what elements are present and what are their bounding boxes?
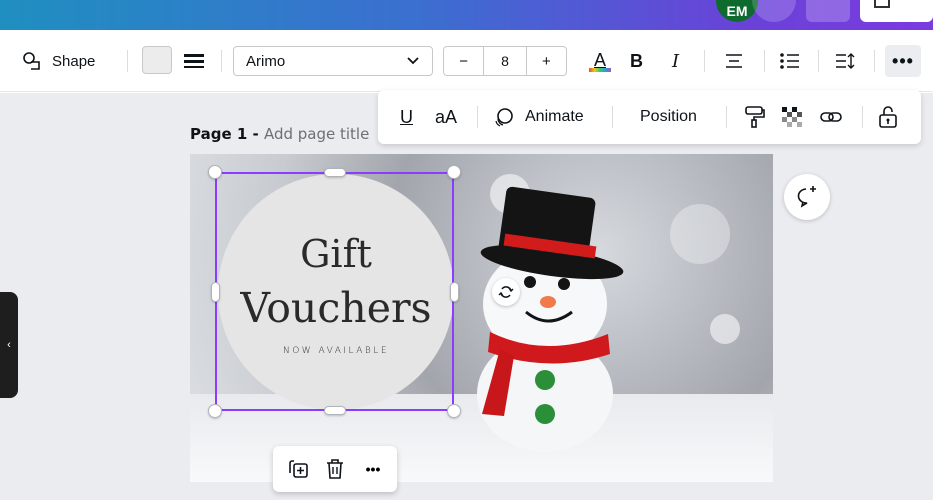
- divider: [862, 106, 863, 128]
- border-style-button[interactable]: [183, 46, 205, 76]
- text-color-button[interactable]: A: [589, 46, 611, 76]
- resize-handle-top[interactable]: [324, 168, 346, 177]
- letter-case-button[interactable]: aA: [435, 102, 457, 132]
- unlock-icon: [879, 106, 897, 128]
- link-button[interactable]: [820, 102, 842, 132]
- divider: [221, 50, 222, 72]
- animate-button[interactable]: Animate: [493, 102, 584, 132]
- line-spacing-icon: [836, 53, 855, 69]
- transparency-button[interactable]: [781, 102, 803, 132]
- divider: [704, 50, 705, 72]
- paint-roller-icon: [745, 106, 765, 128]
- header-button[interactable]: [806, 0, 850, 22]
- trash-icon: [327, 459, 343, 479]
- share-icon: [874, 0, 890, 8]
- resize-handle-top-right[interactable]: [447, 165, 461, 179]
- shape-icon: [23, 52, 40, 70]
- more-options-button[interactable]: •••: [885, 45, 921, 77]
- bold-button[interactable]: B: [630, 46, 643, 76]
- divider: [764, 50, 765, 72]
- collaborator-avatar[interactable]: [752, 0, 796, 22]
- transparency-icon: [782, 107, 802, 127]
- copy-style-button[interactable]: [744, 102, 766, 132]
- shape-color-swatch[interactable]: [142, 46, 172, 74]
- underline-button[interactable]: U: [400, 102, 413, 132]
- element-context-bar: •••: [273, 446, 397, 492]
- link-icon: [820, 112, 842, 122]
- duplicate-icon: [289, 460, 308, 478]
- add-comment-button[interactable]: [784, 174, 830, 220]
- page-number-label: Page 1 -: [190, 125, 264, 143]
- divider: [726, 106, 727, 128]
- more-actions-button[interactable]: •••: [359, 456, 387, 482]
- share-button[interactable]: [860, 0, 933, 22]
- bokeh-light: [670, 204, 730, 264]
- side-panel-toggle[interactable]: ‹: [0, 292, 18, 398]
- spacing-button[interactable]: [834, 46, 856, 76]
- align-button[interactable]: [724, 46, 744, 76]
- shape-label: Shape: [52, 52, 96, 70]
- page-title[interactable]: Page 1 - Add page title: [190, 125, 369, 143]
- position-button[interactable]: Position: [640, 102, 697, 132]
- align-center-icon: [726, 54, 742, 68]
- animate-icon: [495, 108, 513, 127]
- bokeh-light: [710, 314, 740, 344]
- secondary-toolbar: U aA Animate Position: [378, 90, 921, 144]
- font-name: Arimo: [246, 52, 286, 70]
- bullet-list-icon: [780, 53, 799, 69]
- list-button[interactable]: [779, 46, 801, 76]
- rotate-handle[interactable]: [492, 278, 520, 306]
- divider: [127, 50, 128, 72]
- lock-button[interactable]: [878, 102, 898, 132]
- font-size-input[interactable]: 8: [483, 47, 527, 75]
- divider: [874, 50, 875, 72]
- duplicate-button[interactable]: [285, 456, 313, 482]
- add-comment-icon: [797, 186, 816, 208]
- italic-button[interactable]: I: [672, 46, 679, 76]
- top-header-bar: EM: [0, 0, 933, 30]
- animate-label: Animate: [525, 108, 584, 125]
- resize-handle-top-left[interactable]: [208, 165, 222, 179]
- divider: [612, 106, 613, 128]
- decrease-font-size-button[interactable]: −: [444, 47, 483, 75]
- increase-font-size-button[interactable]: +: [527, 47, 566, 75]
- resize-handle-right[interactable]: [450, 282, 459, 302]
- rotate-icon: [498, 286, 514, 298]
- resize-handle-bottom[interactable]: [324, 406, 346, 415]
- editor-toolbar: Shape Arimo − 8 + A B I •••: [0, 30, 933, 92]
- resize-handle-left[interactable]: [211, 282, 220, 302]
- divider: [818, 50, 819, 72]
- font-family-select[interactable]: Arimo: [233, 46, 433, 76]
- color-rainbow-bar: [589, 68, 611, 72]
- selection-box: [215, 172, 454, 411]
- line-weight-icon: [184, 54, 204, 68]
- divider: [477, 106, 478, 128]
- resize-handle-bottom-left[interactable]: [208, 404, 222, 418]
- snowman-image: [477, 186, 624, 452]
- add-page-title-input[interactable]: Add page title: [264, 125, 369, 143]
- resize-handle-bottom-right[interactable]: [447, 404, 461, 418]
- font-size-stepper: − 8 +: [443, 46, 567, 76]
- delete-button[interactable]: [321, 456, 349, 482]
- chevron-down-icon: [407, 57, 419, 65]
- shape-button[interactable]: Shape: [22, 46, 95, 76]
